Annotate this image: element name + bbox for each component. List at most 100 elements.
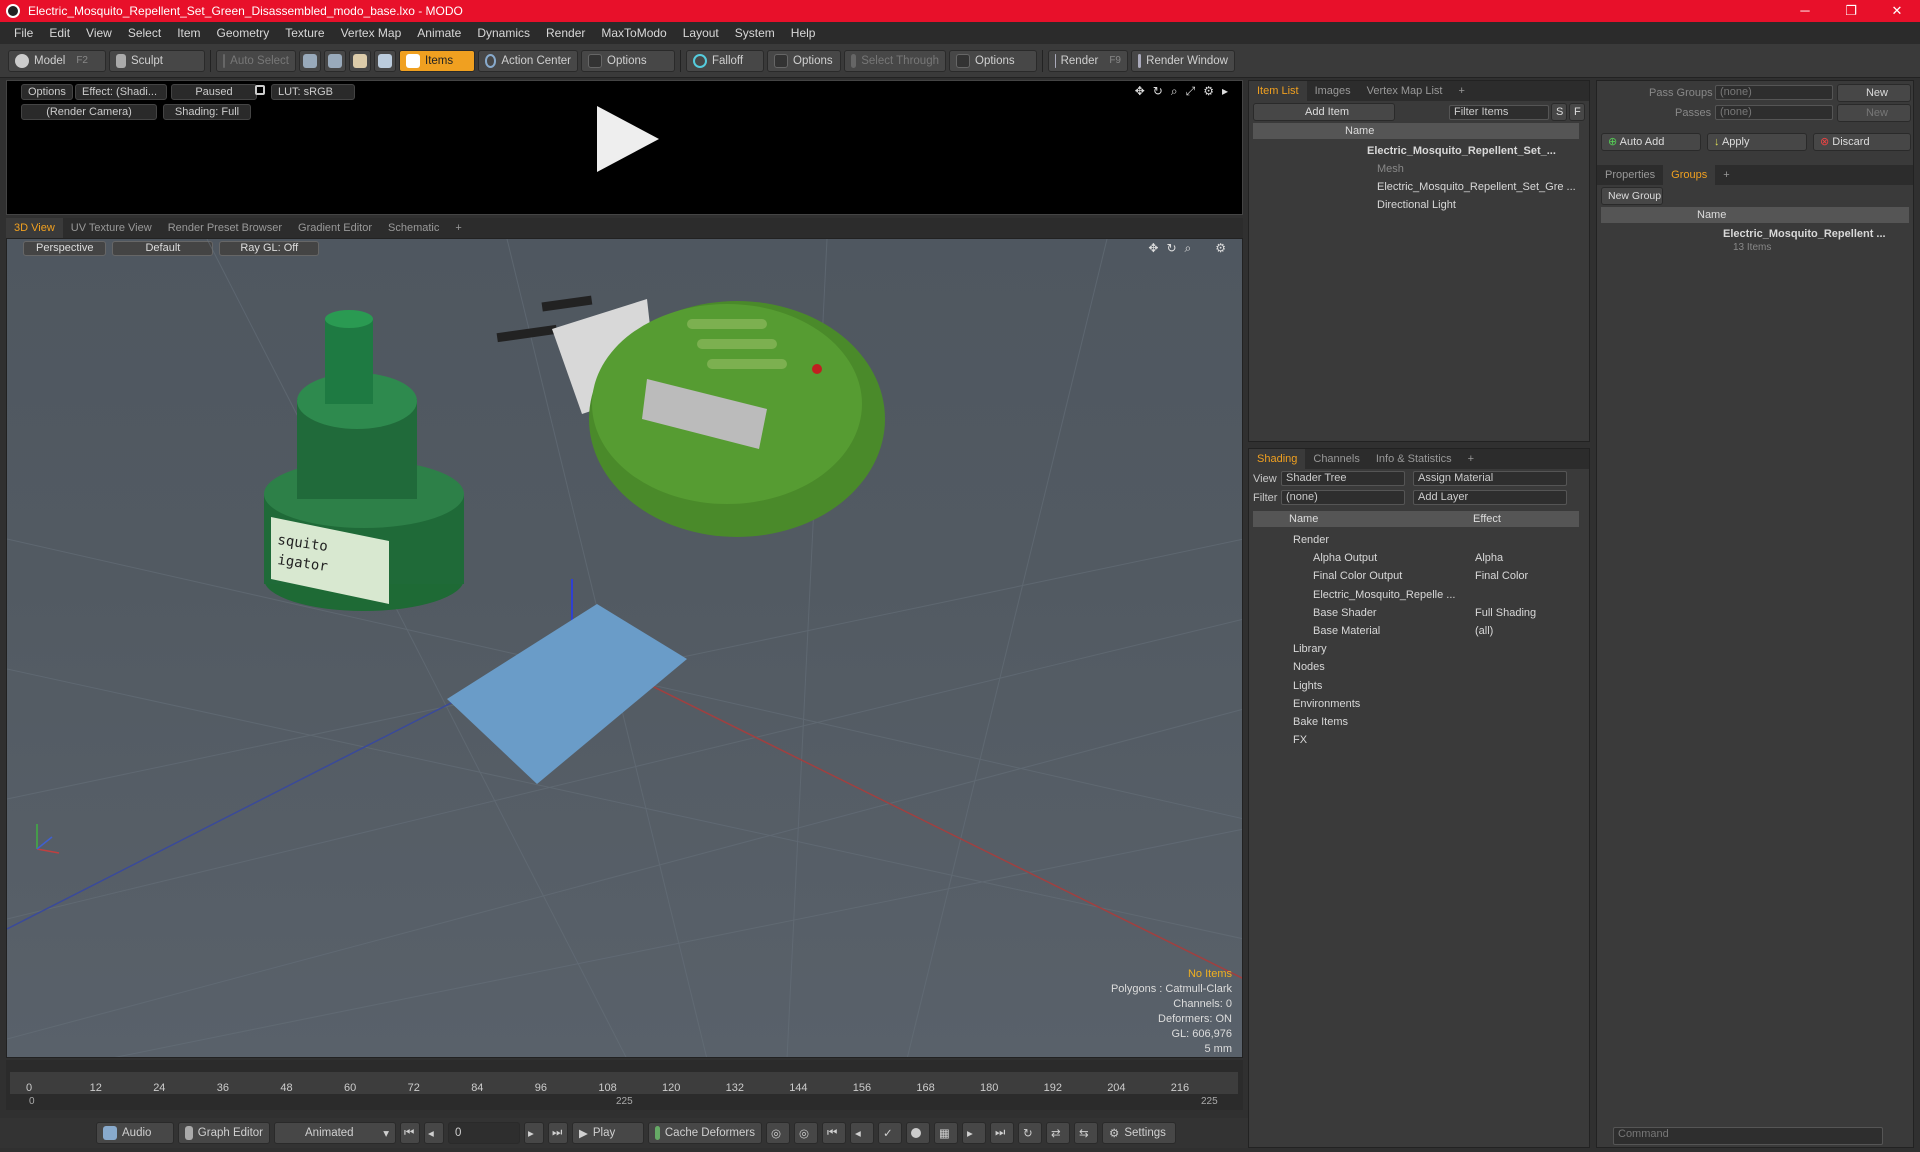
- menu-layout[interactable]: Layout: [675, 26, 727, 40]
- shader-tree-row[interactable]: Electric_Mosquito_Repelle ...: [1253, 586, 1579, 604]
- rotate-icon[interactable]: ↻: [1153, 84, 1163, 99]
- view-dropdown[interactable]: Shader Tree: [1281, 471, 1405, 486]
- add-tab-button[interactable]: +: [1450, 81, 1472, 101]
- shader-row-effect[interactable]: Alpha: [1475, 549, 1503, 567]
- select-through-options-button[interactable]: Options: [949, 49, 1037, 72]
- menu-item[interactable]: Item: [169, 26, 208, 40]
- action-center-button[interactable]: Action Center: [478, 49, 578, 72]
- shader-tree-row[interactable]: Environments: [1253, 695, 1579, 713]
- snap-button[interactable]: ⇆: [1074, 1122, 1098, 1144]
- f-button[interactable]: F: [1569, 103, 1585, 121]
- action-center-options-button[interactable]: Options: [581, 49, 675, 72]
- tab-render-preset-browser[interactable]: Render Preset Browser: [160, 218, 290, 238]
- render-preview[interactable]: Options Effect: (Shadi... Paused LUT: sR…: [6, 80, 1243, 215]
- add-tab-button[interactable]: +: [1715, 165, 1737, 185]
- go-end-button[interactable]: ⏭: [548, 1122, 568, 1144]
- shader-row-effect[interactable]: (all): [1475, 622, 1493, 640]
- close-button[interactable]: ✕: [1874, 0, 1920, 22]
- tab-images[interactable]: Images: [1307, 81, 1359, 101]
- auto-add-button[interactable]: ⊕ Auto Add: [1601, 133, 1701, 151]
- item-light-row[interactable]: Directional Light: [1253, 196, 1579, 214]
- tab-info-statistics[interactable]: Info & Statistics: [1368, 449, 1460, 469]
- sync-button[interactable]: ⇄: [1046, 1122, 1070, 1144]
- shader-tree-row[interactable]: Base Shader Full Shading: [1253, 604, 1579, 622]
- play-icon[interactable]: [597, 106, 659, 172]
- menu-dynamics[interactable]: Dynamics: [469, 26, 538, 40]
- key-button-1[interactable]: ◎: [766, 1122, 790, 1144]
- lut-dropdown[interactable]: LUT: sRGB: [271, 84, 355, 100]
- shader-tree-row[interactable]: Render: [1253, 531, 1579, 549]
- item-group-row[interactable]: Electric_Mosquito_Repellent_Set_Gre ...: [1253, 178, 1579, 196]
- graph-editor-button[interactable]: Graph Editor: [178, 1122, 270, 1144]
- auto-select-button[interactable]: Auto Select: [216, 49, 296, 72]
- 3d-viewport[interactable]: Perspective Default Ray GL: Off ✥ ↻ ⌕ ⚙: [6, 238, 1243, 1058]
- tab-vertex-map-list[interactable]: Vertex Map List: [1359, 81, 1451, 101]
- falloff-button[interactable]: Falloff: [686, 49, 764, 72]
- select-through-button[interactable]: Select Through: [844, 49, 946, 72]
- edges-mode-button[interactable]: [324, 49, 346, 72]
- pass-groups-dropdown[interactable]: (none): [1715, 85, 1833, 100]
- record-button[interactable]: [906, 1122, 930, 1144]
- falloff-options-button[interactable]: Options: [767, 49, 841, 72]
- frame-input[interactable]: 0: [448, 1122, 520, 1144]
- shader-tree-row[interactable]: Nodes: [1253, 658, 1579, 676]
- item-mesh-row[interactable]: Mesh: [1253, 160, 1579, 178]
- materials-mode-button[interactable]: [374, 49, 396, 72]
- model-button[interactable]: Model F2: [8, 49, 106, 72]
- render-button[interactable]: Render F9: [1048, 49, 1128, 72]
- tab-gradient-editor[interactable]: Gradient Editor: [290, 218, 380, 238]
- item-scene-row[interactable]: Electric_Mosquito_Repellent_Set_...: [1253, 142, 1579, 160]
- menu-select[interactable]: Select: [120, 26, 169, 40]
- zoom-icon[interactable]: ⌕: [1171, 84, 1178, 99]
- next-frame-button[interactable]: ▸: [524, 1122, 544, 1144]
- loop-button[interactable]: ↻: [1018, 1122, 1042, 1144]
- filter-dropdown[interactable]: (none): [1281, 490, 1405, 505]
- menu-maxtomodo[interactable]: MaxToModo: [593, 26, 674, 40]
- sculpt-button[interactable]: Sculpt: [109, 49, 205, 72]
- key-set-button[interactable]: ▦: [934, 1122, 958, 1144]
- tab-shading[interactable]: Shading: [1249, 449, 1306, 469]
- new-group-button[interactable]: New Group: [1601, 187, 1663, 205]
- menu-animate[interactable]: Animate: [409, 26, 469, 40]
- cache-deformers-button[interactable]: Cache Deformers: [648, 1122, 762, 1144]
- add-layer-dropdown[interactable]: Add Layer: [1413, 490, 1567, 505]
- arrow-right-icon[interactable]: ▸: [1222, 84, 1228, 99]
- shader-tree-row[interactable]: Library: [1253, 640, 1579, 658]
- menu-file[interactable]: File: [6, 26, 41, 40]
- go-start-button[interactable]: ⏮: [400, 1122, 420, 1144]
- shader-tree-row[interactable]: Alpha Output Alpha: [1253, 549, 1579, 567]
- command-input[interactable]: Command: [1613, 1127, 1883, 1145]
- items-mode-button[interactable]: Items: [399, 49, 475, 72]
- shader-row-effect[interactable]: Full Shading: [1475, 604, 1536, 622]
- add-tab-button[interactable]: +: [447, 218, 469, 238]
- menu-system[interactable]: System: [727, 26, 783, 40]
- new-pass-button[interactable]: New: [1837, 104, 1911, 122]
- discard-button[interactable]: ⊗ Discard: [1813, 133, 1911, 151]
- prev-frame-button[interactable]: ◂: [424, 1122, 444, 1144]
- vertices-mode-button[interactable]: [299, 49, 321, 72]
- next-key-button-2[interactable]: ⏭: [990, 1122, 1014, 1144]
- passes-dropdown[interactable]: (none): [1715, 105, 1833, 120]
- maximize-icon[interactable]: ⤢: [1186, 84, 1196, 99]
- tab-item-list[interactable]: Item List: [1249, 81, 1307, 101]
- shader-tree-row[interactable]: FX: [1253, 731, 1579, 749]
- s-button[interactable]: S: [1551, 103, 1567, 121]
- tab-groups[interactable]: Groups: [1663, 165, 1716, 185]
- settings-button[interactable]: ⚙ Settings: [1102, 1122, 1176, 1144]
- prev-key-button[interactable]: ⏮: [822, 1122, 846, 1144]
- shading-dropdown[interactable]: Shading: Full: [163, 104, 251, 120]
- menu-edit[interactable]: Edit: [41, 26, 78, 40]
- add-tab-button[interactable]: +: [1460, 449, 1482, 469]
- lock-icon[interactable]: [255, 85, 265, 95]
- menu-view[interactable]: View: [78, 26, 120, 40]
- tab-schematic[interactable]: Schematic: [380, 218, 447, 238]
- menu-texture[interactable]: Texture: [277, 26, 332, 40]
- render-window-button[interactable]: Render Window: [1131, 49, 1235, 72]
- assign-material-button[interactable]: Assign Material: [1413, 471, 1567, 486]
- next-key-button[interactable]: ▸: [962, 1122, 986, 1144]
- maximize-button[interactable]: ❐: [1828, 0, 1874, 22]
- polygons-mode-button[interactable]: [349, 49, 371, 72]
- shader-row-effect[interactable]: Final Color: [1475, 567, 1528, 585]
- menu-help[interactable]: Help: [783, 26, 824, 40]
- prev-key-button-2[interactable]: ◂: [850, 1122, 874, 1144]
